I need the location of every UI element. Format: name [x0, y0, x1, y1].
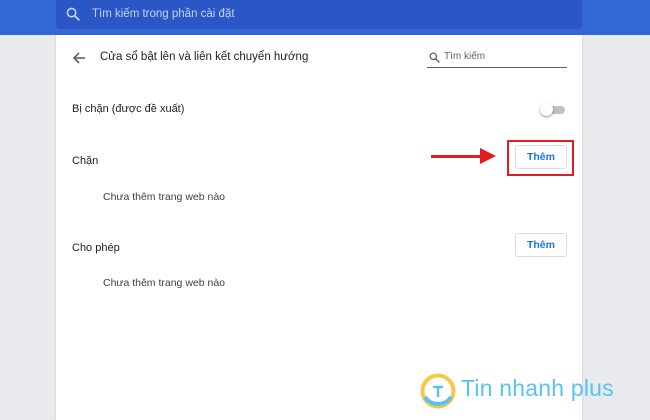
- page-title: Cửa sổ bật lên và liên kết chuyển hướng: [100, 51, 309, 63]
- watermark-logo-icon: [420, 373, 456, 409]
- annotation-highlight-box: [507, 140, 574, 176]
- blocked-toggle[interactable]: [540, 103, 566, 116]
- allow-empty-text: Chưa thêm trang web nào: [103, 277, 226, 289]
- watermark: Tin nhanh plus: [420, 370, 620, 410]
- search-icon: [429, 52, 440, 63]
- allow-add-button[interactable]: Thêm: [515, 233, 567, 257]
- block-empty-text: Chưa thêm trang web nào: [103, 191, 226, 203]
- blocked-toggle-label: Bị chặn (được đề xuất): [72, 103, 185, 115]
- toggle-knob: [540, 103, 553, 116]
- allow-section-label: Cho phép: [72, 242, 120, 254]
- settings-card: [56, 35, 582, 420]
- settings-search-input[interactable]: Tìm kiếm trong phần cài đặt: [92, 8, 235, 20]
- watermark-text: Tin nhanh plus: [461, 375, 614, 401]
- block-section-label: Chặn: [72, 155, 99, 167]
- settings-header: Tìm kiếm trong phần cài đặt: [0, 0, 650, 35]
- arrow-left-icon[interactable]: [72, 51, 86, 65]
- page-search-field[interactable]: Tìm kiếm: [427, 50, 567, 68]
- search-icon: [66, 7, 80, 21]
- annotation-arrow-shaft: [431, 155, 483, 158]
- page-search-placeholder: Tìm kiếm: [444, 51, 486, 62]
- annotation-arrow-head: [480, 148, 496, 164]
